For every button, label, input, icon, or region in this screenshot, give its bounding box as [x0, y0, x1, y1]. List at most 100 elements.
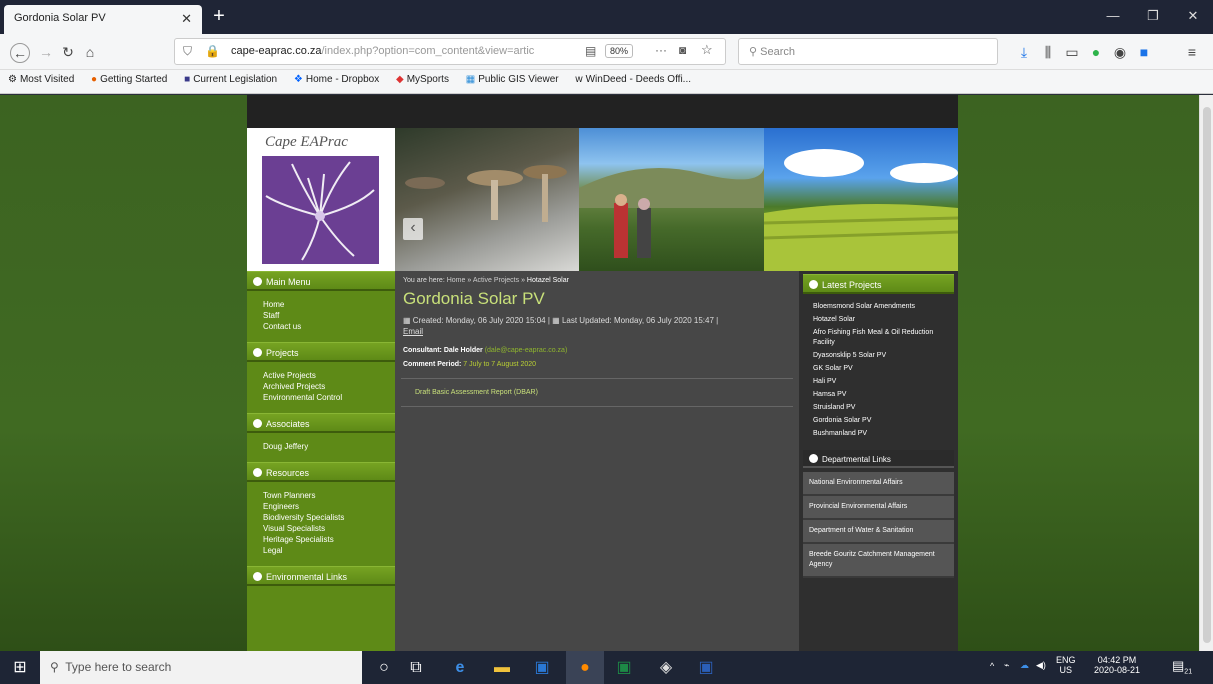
windows-start-icon[interactable]: ⊞ [0, 651, 40, 684]
latest-project-item[interactable]: Hotazel Solar [813, 315, 950, 325]
menu-item-engineers[interactable]: Engineers [263, 501, 395, 512]
lock-warning-icon[interactable]: 🔒 [205, 44, 220, 58]
menu-item-archived-projects[interactable]: Archived Projects [263, 381, 395, 392]
slide-mushrooms [395, 128, 579, 271]
latest-project-item[interactable]: Gordonia Solar PV [813, 416, 950, 426]
url-text[interactable]: cape-eaprac.co.za/index.php?option=com_c… [231, 45, 534, 57]
latest-projects-list: Bloemsmond Solar Amendments Hotazel Sola… [803, 302, 954, 450]
heading-text: Departmental Links [822, 455, 891, 464]
taskbar-search-input[interactable]: ⚲ Type here to search [40, 651, 362, 684]
bookmark-dropbox[interactable]: ❖ Home - Dropbox [294, 74, 379, 85]
task-view-icon[interactable]: ⧉ [404, 657, 428, 679]
window-close-icon[interactable]: ✕ [1178, 8, 1208, 24]
map-icon: ▦ [465, 74, 476, 85]
bullet-icon [809, 280, 818, 289]
slider-prev-button[interactable]: ‹ [403, 218, 423, 240]
menu-item-biodiversity[interactable]: Biodiversity Specialists [263, 512, 395, 523]
latest-project-item[interactable]: Dyasonsklip 5 Solar PV [813, 351, 950, 361]
back-icon[interactable]: ← [10, 43, 30, 63]
latest-project-item[interactable]: Struisland PV [813, 403, 950, 413]
menu-item-legal[interactable]: Legal [263, 545, 395, 556]
sidebar-icon[interactable]: ▭ [1062, 43, 1082, 63]
bookmark-most-visited[interactable]: ⚙ Most Visited [8, 74, 74, 85]
excel-icon[interactable]: ▣ [612, 657, 636, 679]
dept-link-water[interactable]: Department of Water & Sanitation [803, 520, 954, 544]
document-link[interactable]: Draft Basic Assessment Report (DBAR) [401, 389, 793, 396]
network-icon[interactable]: ⌁ [1004, 660, 1009, 671]
library-icon[interactable]: ⫼ [1038, 43, 1058, 63]
reader-view-icon[interactable]: ▤ [585, 44, 596, 58]
page-scrollbar[interactable] [1199, 95, 1213, 651]
scrollbar-thumb[interactable] [1203, 107, 1211, 643]
download-icon[interactable]: ⤓ [1014, 43, 1034, 63]
volume-icon[interactable]: ◀) [1036, 660, 1046, 671]
module-heading-latest-projects: Latest Projects [803, 274, 954, 294]
menu-item-doug-jeffery[interactable]: Doug Jeffery [263, 441, 395, 452]
firefox-taskbar-icon[interactable]: ● [566, 651, 604, 684]
bookmark-windeed[interactable]: w WinDeed - Deeds Offi... [575, 74, 691, 85]
reload-icon[interactable]: ↻ [58, 43, 78, 63]
tray-chevron-icon[interactable]: ^ [990, 661, 994, 671]
language-indicator[interactable]: ENG US [1056, 655, 1076, 675]
module-heading-departmental-links: Departmental Links [803, 450, 954, 468]
extension-blue-icon[interactable]: ■ [1134, 43, 1154, 63]
latest-project-item[interactable]: Hali PV [813, 377, 950, 387]
heading-text: Latest Projects [822, 280, 882, 290]
latest-project-item[interactable]: Afro Fishing Fish Meal & Oil Reduction F… [813, 328, 950, 348]
bookmark-label: Current Legislation [193, 74, 278, 85]
home-icon[interactable]: ⌂ [80, 43, 100, 63]
menu-item-contact[interactable]: Contact us [263, 321, 395, 332]
url-bar[interactable]: ⛉ 🔒 cape-eaprac.co.za/index.php?option=c… [174, 38, 726, 65]
latest-project-item[interactable]: Bushmanland PV [813, 429, 950, 439]
menu-item-staff[interactable]: Staff [263, 310, 395, 321]
extension-icon[interactable]: ◉ [1110, 43, 1130, 63]
comment-period-label: Comment Period: [403, 361, 462, 368]
slide-landscape [764, 128, 958, 271]
notification-icon[interactable]: ▤21 [1172, 658, 1192, 676]
word-icon[interactable]: ▣ [694, 657, 718, 679]
clock[interactable]: 04:42 PM 2020-08-21 [1094, 655, 1140, 675]
outlook-icon[interactable]: ▣ [530, 657, 554, 679]
forward-icon[interactable]: → [36, 43, 56, 63]
dept-link-national[interactable]: National Environmental Affairs [803, 472, 954, 496]
menu-icon[interactable]: ≡ [1182, 43, 1202, 63]
site-logo[interactable]: Cape EAPrac [247, 128, 395, 271]
menu-item-visual[interactable]: Visual Specialists [263, 523, 395, 534]
menu-item-home[interactable]: Home [263, 299, 395, 310]
bookmark-current-legislation[interactable]: ■ Current Legislation [184, 74, 277, 85]
search-input[interactable]: ⚲ Search [738, 38, 998, 65]
page-actions-icon[interactable]: ··· [655, 43, 667, 57]
pocket-icon[interactable]: ◙ [679, 43, 686, 57]
weather-icon[interactable]: ☁ [1020, 660, 1029, 671]
cortana-icon[interactable]: ○ [372, 657, 396, 679]
lang-bottom: US [1059, 665, 1073, 675]
latest-project-item[interactable]: GK Solar PV [813, 364, 950, 374]
bookmark-getting-started[interactable]: ● Getting Started [91, 74, 167, 85]
extension-green-icon[interactable]: ● [1086, 43, 1106, 63]
menu-item-town-planners[interactable]: Town Planners [263, 490, 395, 501]
restore-icon[interactable]: ❐ [1138, 8, 1168, 24]
consultant-email[interactable]: (dale@cape-eaprac.co.za) [485, 347, 568, 354]
latest-project-item[interactable]: Bloemsmond Solar Amendments [813, 302, 950, 312]
close-tab-icon[interactable]: ✕ [181, 11, 192, 27]
menu-item-active-projects[interactable]: Active Projects [263, 370, 395, 381]
menu-item-heritage[interactable]: Heritage Specialists [263, 534, 395, 545]
email-link[interactable]: Email [403, 327, 423, 336]
breadcrumb-home[interactable]: Home [447, 277, 466, 284]
bookmark-mysports[interactable]: ◆ MySports [396, 74, 449, 85]
minimize-icon[interactable]: — [1098, 8, 1128, 23]
dept-link-provincial[interactable]: Provincial Environmental Affairs [803, 496, 954, 520]
menu-item-environmental-control[interactable]: Environmental Control [263, 392, 395, 403]
edge-icon[interactable]: e [448, 657, 472, 679]
file-explorer-icon[interactable]: ▬ [490, 657, 514, 679]
breadcrumb-active-projects[interactable]: Active Projects [473, 277, 519, 284]
shield-icon[interactable]: ⛉ [183, 44, 192, 59]
zoom-level[interactable]: 80% [605, 44, 634, 58]
active-tab[interactable]: Gordonia Solar PV ✕ [4, 5, 202, 34]
new-tab-icon[interactable]: + [208, 6, 230, 28]
bookmark-gis-viewer[interactable]: ▦ Public GIS Viewer [466, 74, 559, 85]
latest-project-item[interactable]: Hamsa PV [813, 390, 950, 400]
app-icon[interactable]: ◈ [654, 657, 678, 679]
dept-link-breede[interactable]: Breede Gouritz Catchment Management Agen… [803, 544, 954, 578]
bookmark-star-icon[interactable]: ☆ [701, 42, 713, 58]
